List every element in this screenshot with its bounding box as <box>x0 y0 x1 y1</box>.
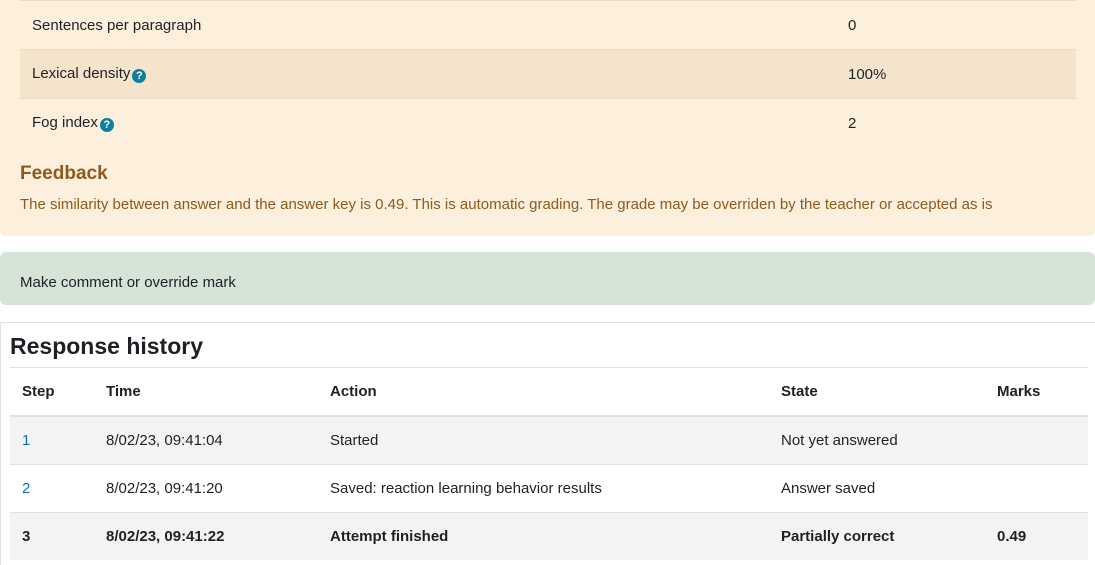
response-history: Response history Step Time Action State … <box>0 322 1095 565</box>
stat-row: Lexical density? 100% <box>20 49 1076 99</box>
step-cell: 1 <box>10 415 94 465</box>
marks-cell <box>985 464 1088 513</box>
column-header-state: State <box>769 367 985 417</box>
marks-cell <box>985 415 1088 465</box>
column-header-step: Step <box>10 367 94 417</box>
stat-value: 0 <box>836 0 1076 50</box>
column-header-time: Time <box>94 367 318 417</box>
table-header-row: Step Time Action State Marks <box>10 367 1088 417</box>
stat-label: Fog index? <box>20 98 836 148</box>
step-cell: 3 <box>10 512 94 560</box>
stat-value: 2 <box>836 98 1076 148</box>
table-row-current: 3 8/02/23, 09:41:22 Attempt finished Par… <box>10 512 1088 560</box>
marks-cell: 0.49 <box>985 512 1088 560</box>
time-cell: 8/02/23, 09:41:22 <box>94 512 318 560</box>
action-cell: Started <box>318 415 769 465</box>
action-cell: Saved: reaction learning behavior result… <box>318 464 769 513</box>
action-cell: Attempt finished <box>318 512 769 560</box>
step-link[interactable]: 1 <box>22 432 30 449</box>
stat-label: Sentences per paragraph <box>20 0 836 50</box>
stat-value: 100% <box>836 49 1076 99</box>
feedback-panel: Sentences per paragraph 0 Lexical densit… <box>0 0 1095 236</box>
make-comment-link[interactable]: Make comment or override mark <box>20 274 236 291</box>
state-cell: Partially correct <box>769 512 985 560</box>
table-row: 2 8/02/23, 09:41:20 Saved: reaction lear… <box>10 464 1088 513</box>
step-cell: 2 <box>10 464 94 513</box>
response-history-title: Response history <box>10 333 203 359</box>
column-header-marks: Marks <box>985 367 1088 417</box>
feedback-text: The similarity between answer and the an… <box>20 196 993 213</box>
state-cell: Not yet answered <box>769 415 985 465</box>
help-icon[interactable]: ? <box>99 118 114 133</box>
stat-row: Sentences per paragraph 0 <box>20 0 1076 50</box>
comment-bar: Make comment or override mark <box>0 252 1095 305</box>
table-row: 1 8/02/23, 09:41:04 Started Not yet answ… <box>10 415 1088 465</box>
feedback-heading: Feedback <box>20 163 108 184</box>
help-icon[interactable]: ? <box>132 69 147 83</box>
response-history-table: Step Time Action State Marks 1 8/02/23, … <box>10 367 1088 560</box>
step-link[interactable]: 2 <box>22 480 30 497</box>
stat-row: Fog index? 2 <box>20 98 1076 148</box>
time-cell: 8/02/23, 09:41:20 <box>94 464 318 513</box>
column-header-action: Action <box>318 367 769 417</box>
text-statistics-table: Sentences per paragraph 0 Lexical densit… <box>20 0 1076 148</box>
state-cell: Answer saved <box>769 464 985 513</box>
time-cell: 8/02/23, 09:41:04 <box>94 415 318 465</box>
stat-label: Lexical density? <box>20 49 836 99</box>
